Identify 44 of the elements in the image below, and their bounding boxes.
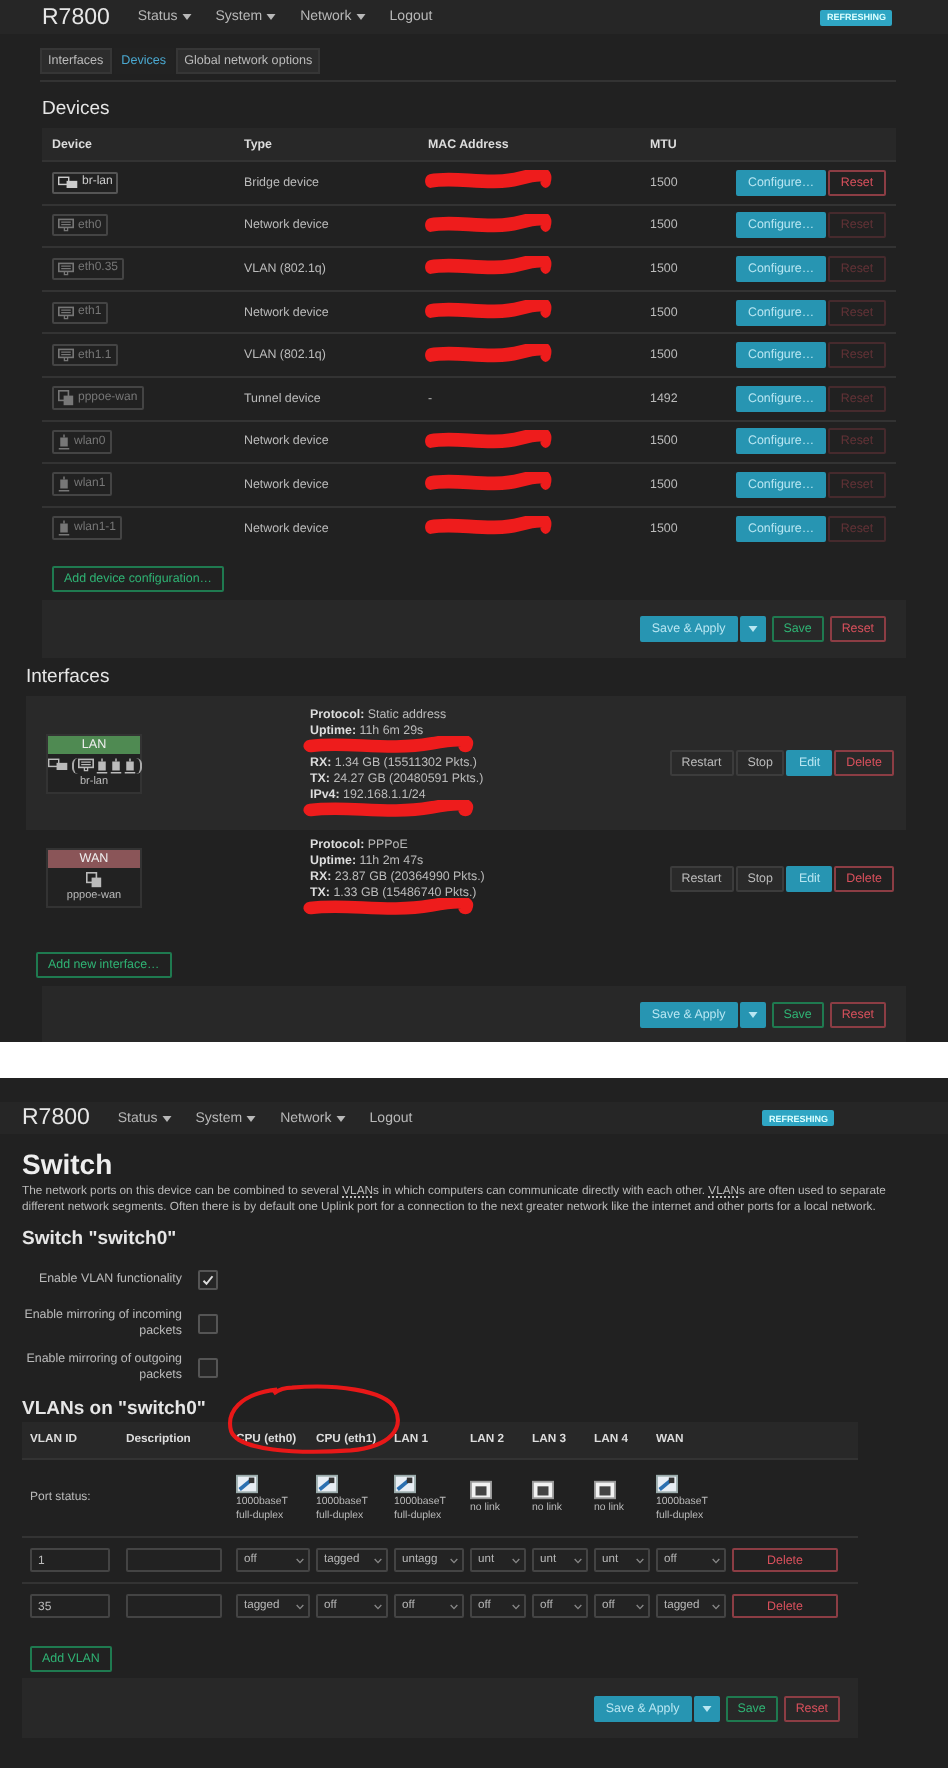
description-field[interactable] [126,1548,222,1572]
chevron-icon [450,1557,458,1563]
dropdown-toggle[interactable] [693,1695,720,1721]
chevron-icon [636,1603,644,1609]
chevron-icon [374,1557,382,1563]
chevron-icon [636,1557,644,1563]
description-field[interactable] [126,1594,222,1618]
section-heading: Switch "switch0" [22,1228,179,1250]
chevron-icon [712,1603,720,1609]
tunnel-icon [58,390,74,407]
ethernet-icon [58,218,74,233]
caret-icon [747,626,758,633]
chevron-icon [574,1557,582,1563]
checkbox[interactable] [198,1358,218,1378]
section-heading: Devices [42,98,112,122]
antenna-icon [58,433,70,450]
chevron-icon [712,1557,720,1563]
ethernet-icon [58,348,74,363]
ethernet-icon [58,305,74,320]
bridge-icon [47,758,67,773]
chevron-icon [574,1603,582,1609]
ethernet-icon [77,757,93,772]
bridge-icon [58,175,78,190]
dropdown-toggle[interactable] [739,1002,766,1029]
chevron-icon [450,1603,458,1609]
dropdown-toggle[interactable] [739,616,766,643]
tunnel-icon [86,872,102,889]
chevron-icon [512,1557,520,1563]
antenna-icon [58,476,70,493]
brand-name[interactable]: R7800 [42,5,110,29]
page-heading: Switch [22,1148,115,1180]
caret-icon [747,1012,758,1019]
section-heading: VLANs on "switch0" [22,1398,208,1420]
chevron-icon [296,1603,304,1609]
antenna-icon [58,520,70,537]
chevron-icon [296,1557,304,1563]
checkbox[interactable] [198,1314,218,1334]
checkbox[interactable] [198,1270,218,1290]
chevron-icon [512,1603,520,1609]
caret-icon [701,1705,712,1711]
section-heading: Interfaces [26,666,112,691]
chevron-icon [374,1603,382,1609]
ethernet-icon [58,261,74,276]
brand-name[interactable]: R7800 [22,1106,90,1130]
